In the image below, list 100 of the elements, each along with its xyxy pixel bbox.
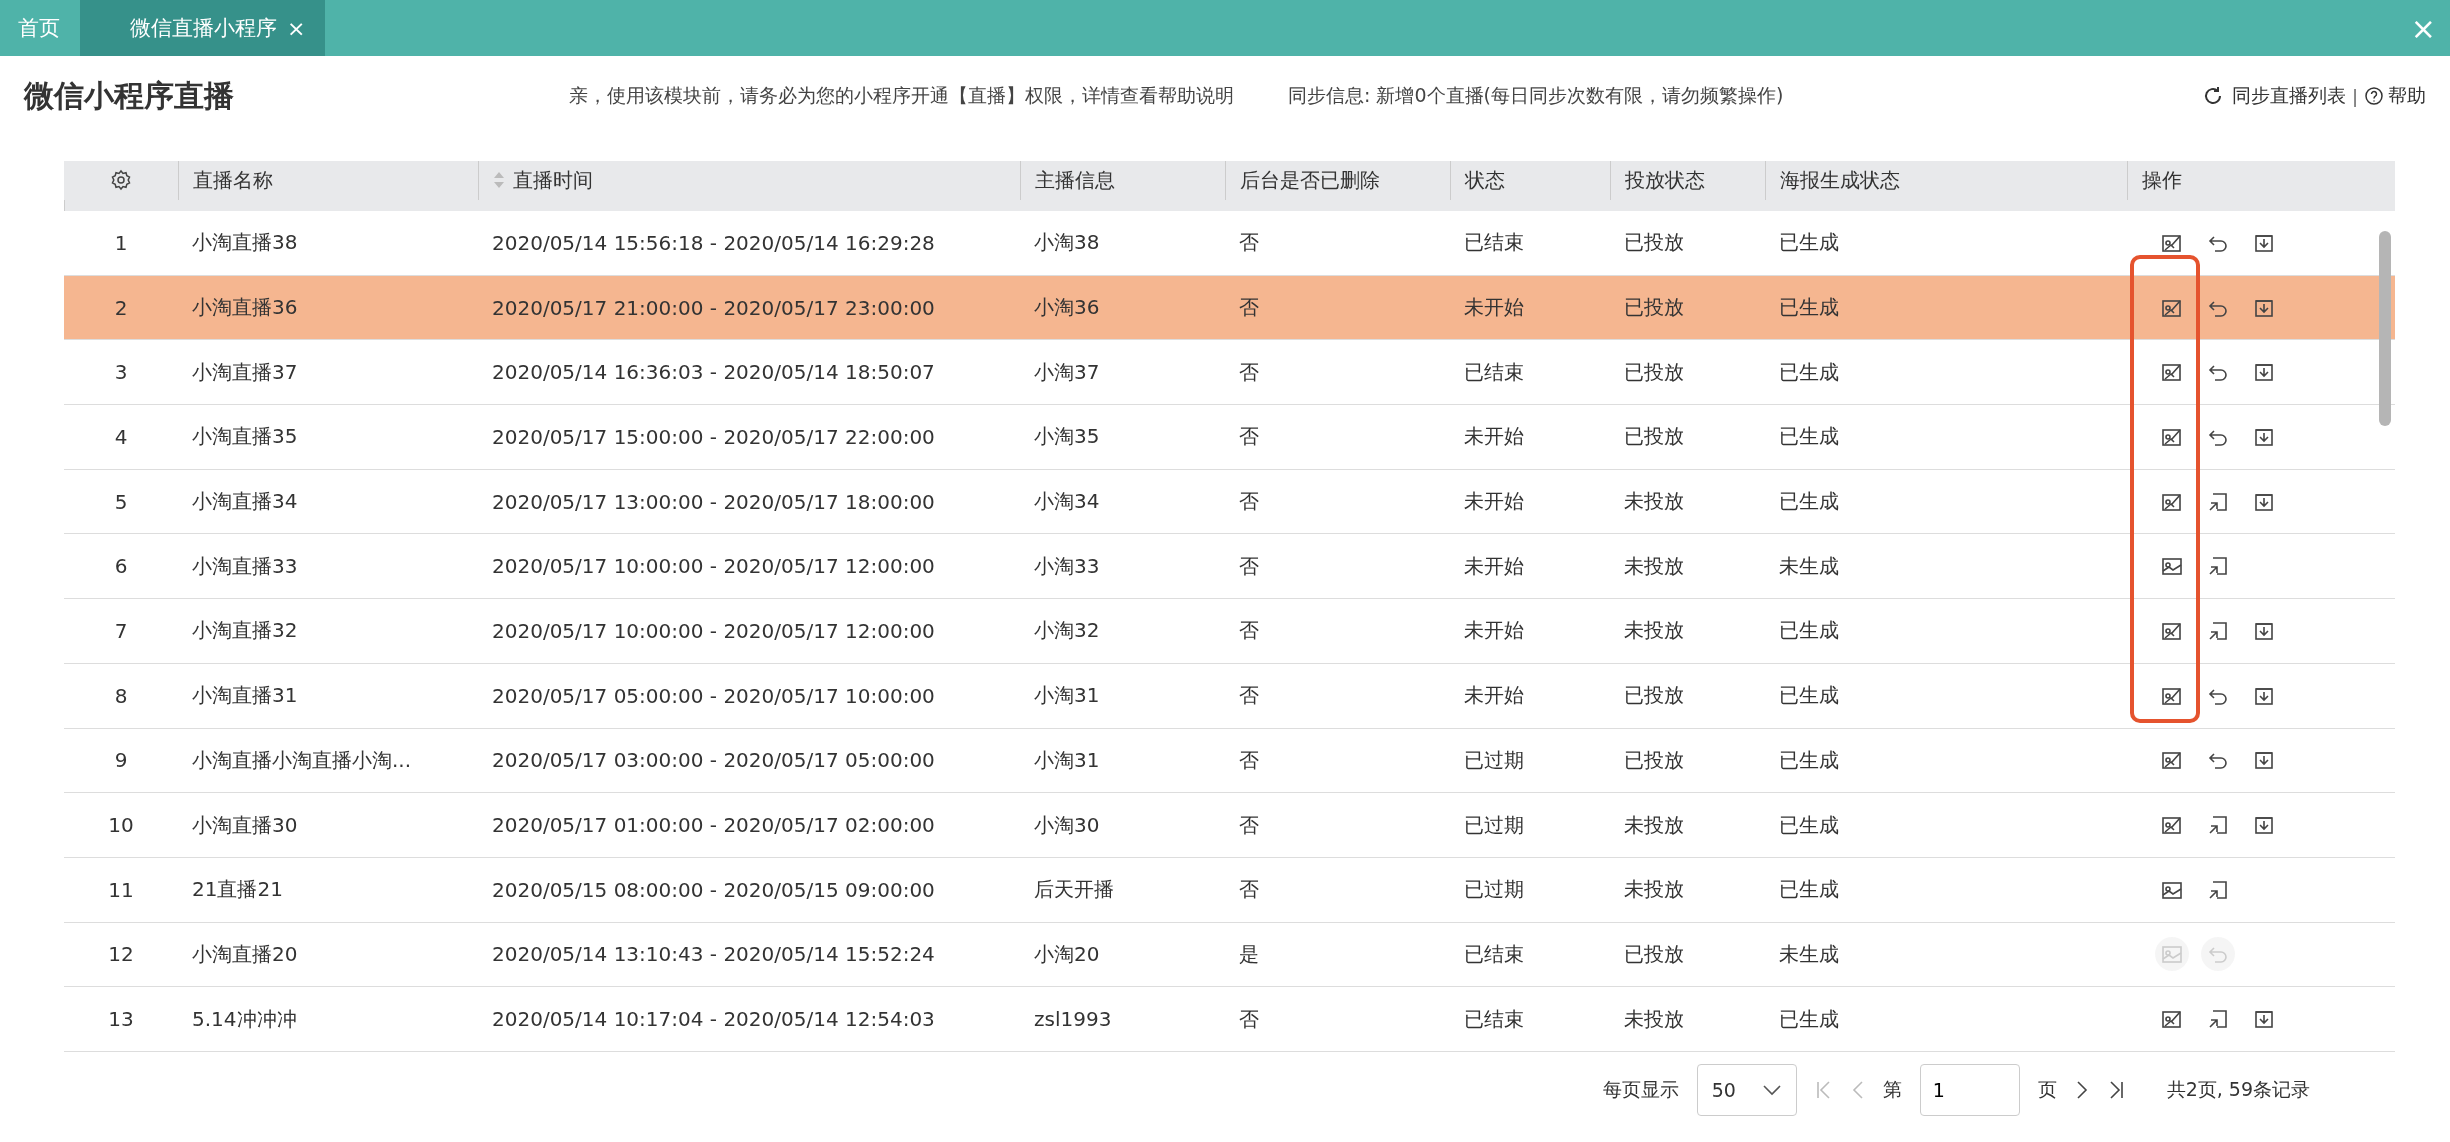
table-cell-text: 小淘直播36 xyxy=(191,294,299,322)
table-cell-text: 未投放 xyxy=(1623,552,1685,580)
table-cell-text: 已投放 xyxy=(1623,940,1685,968)
row-number: 10 xyxy=(107,812,135,840)
table-cell-text: 否 xyxy=(1238,488,1260,516)
table-cell-text: 小淘31 xyxy=(1033,746,1101,774)
table-cell-text: zsl1993 xyxy=(1033,1006,1113,1034)
table-cell-text: 已结束 xyxy=(1463,229,1525,257)
page-suffix-label: 页 xyxy=(2037,1076,2057,1102)
separator-text: | xyxy=(2351,85,2358,107)
row-number: 1 xyxy=(113,229,129,257)
table-cell-text: 否 xyxy=(1238,811,1260,839)
table-cell-text: 未投放 xyxy=(1623,876,1685,904)
table-cell-text: 已投放 xyxy=(1623,746,1685,774)
table-cell-text: 否 xyxy=(1238,746,1260,774)
next-page-button[interactable] xyxy=(2074,1078,2089,1101)
table-cell-text: 小淘直播小淘直播小淘... xyxy=(191,746,413,774)
help-button[interactable]: 帮助 xyxy=(2364,83,2426,109)
table-cell-text: 2020/05/17 13:00:00 - 2020/05/17 18:00:00 xyxy=(491,488,936,516)
column-header: 海报生成状态 xyxy=(1780,166,1900,194)
table-cell-text: 已生成 xyxy=(1778,617,1840,645)
table-cell-text: 2020/05/14 15:56:18 - 2020/05/14 16:29:28 xyxy=(491,229,936,257)
table-cell-text: 未开始 xyxy=(1463,682,1525,710)
row-number: 12 xyxy=(107,941,135,969)
table-cell-text: 已生成 xyxy=(1778,294,1840,322)
table-cell-text: 小淘直播32 xyxy=(191,617,299,645)
table-cell-text: 已过期 xyxy=(1463,746,1525,774)
column-header: 状态 xyxy=(1465,166,1505,194)
chevron-down-icon xyxy=(1761,1083,1782,1096)
table-cell-text: 否 xyxy=(1238,229,1260,257)
table-cell-text: 小淘直播31 xyxy=(191,682,299,710)
table-cell-text: 2020/05/17 21:00:00 - 2020/05/17 23:00:00 xyxy=(491,294,936,322)
table-cell-text: 未投放 xyxy=(1623,811,1685,839)
table-cell-text: 未生成 xyxy=(1778,552,1840,580)
table-cell-text: 后天开播 xyxy=(1033,876,1115,904)
table-cell-text: 5.14冲冲冲 xyxy=(191,1005,298,1033)
table-cell-text: 小淘直播37 xyxy=(191,358,299,386)
table-cell-text: 已生成 xyxy=(1778,682,1840,710)
table-cell-text: 2020/05/17 15:00:00 - 2020/05/17 22:00:00 xyxy=(491,423,936,451)
table-cell-text: 2020/05/17 10:00:00 - 2020/05/17 12:00:00 xyxy=(491,617,936,645)
table-cell-text: 小淘30 xyxy=(1033,811,1101,839)
table-cell-text: 否 xyxy=(1238,423,1260,451)
table-cell-text: 2020/05/17 05:00:00 - 2020/05/17 10:00:00 xyxy=(491,682,936,710)
row-number: 5 xyxy=(113,488,129,516)
table-cell-text: 已生成 xyxy=(1778,1005,1840,1033)
sync-info-text: 同步信息: 新增0个直播(每日同步次数有限，请勿频繁操作) xyxy=(1288,83,1784,108)
table-cell-text: 未开始 xyxy=(1463,488,1525,516)
page-prefix-label: 第 xyxy=(1882,1076,1902,1102)
table-cell-text: 小淘20 xyxy=(1033,940,1101,968)
page-size-label: 每页显示 xyxy=(1602,1076,1679,1102)
table-cell-text: 未开始 xyxy=(1463,294,1525,322)
row-number: 6 xyxy=(113,553,129,581)
table-cell-text: 已投放 xyxy=(1623,294,1685,322)
table-cell-text: 2020/05/14 10:17:04 - 2020/05/14 12:54:03 xyxy=(491,1006,936,1034)
tab-close-button[interactable]: × xyxy=(287,15,306,41)
column-header: 投放状态 xyxy=(1625,166,1705,194)
page-input[interactable]: 1 xyxy=(1919,1063,2020,1116)
table-cell-text: 已投放 xyxy=(1623,229,1685,257)
scrollbar[interactable] xyxy=(2379,231,2391,426)
table-cell-text: 已生成 xyxy=(1778,746,1840,774)
table-cell-text: 已过期 xyxy=(1463,811,1525,839)
table-cell-text: 否 xyxy=(1238,552,1260,580)
table-cell-text: 已生成 xyxy=(1778,423,1840,451)
column-header: 直播时间 xyxy=(513,166,593,194)
table-cell-text: 已生成 xyxy=(1778,229,1840,257)
row-number: 8 xyxy=(113,682,129,710)
table-cell-text: 未开始 xyxy=(1463,423,1525,451)
table-cell-text: 已投放 xyxy=(1623,423,1685,451)
record-summary: 共2页, 59条记录 xyxy=(2166,1076,2310,1102)
table-cell-text: 已投放 xyxy=(1623,682,1685,710)
help-icon xyxy=(2364,86,2384,106)
table-cell-text: 已结束 xyxy=(1463,358,1525,386)
row-number: 9 xyxy=(113,747,129,775)
page-size-select[interactable]: 50 xyxy=(1696,1063,1797,1116)
table-cell-text: 否 xyxy=(1238,617,1260,645)
table-row[interactable]: 2 小淘直播36 2020/05/17 21:00:00 - 2020/05/17 23:00:00 小淘36 否 未开始 已投放 已生成 xyxy=(64,275,2395,341)
settings-icon[interactable] xyxy=(110,169,132,192)
tab[interactable]: 微信直播小程序 × xyxy=(80,0,326,56)
table-cell-text: 21直播21 xyxy=(191,876,284,904)
table-cell-text: 否 xyxy=(1238,1005,1260,1033)
table-cell-text: 是 xyxy=(1238,940,1260,968)
table-cell-text: 未生成 xyxy=(1778,940,1840,968)
table-cell-text: 小淘31 xyxy=(1033,682,1101,710)
table-cell-text: 未开始 xyxy=(1463,617,1525,645)
table-cell-text: 已结束 xyxy=(1463,1005,1525,1033)
table-cell-text: 小淘直播33 xyxy=(191,552,299,580)
table-cell-text: 2020/05/17 03:00:00 - 2020/05/17 05:00:00 xyxy=(491,747,936,775)
sync-button[interactable]: 同步直播列表 xyxy=(2201,83,2346,109)
table-cell-text: 已生成 xyxy=(1778,876,1840,904)
table-cell-text: 小淘直播30 xyxy=(191,811,299,839)
table-cell-text: 已结束 xyxy=(1463,940,1525,968)
table-cell-text: 已投放 xyxy=(1623,358,1685,386)
table-cell-text: 小淘直播35 xyxy=(191,423,299,451)
table-cell-text: 小淘直播20 xyxy=(191,940,299,968)
table-cell-text: 2020/05/17 01:00:00 - 2020/05/17 02:00:00 xyxy=(491,812,936,840)
table-cell-text: 2020/05/17 10:00:00 - 2020/05/17 12:00:00 xyxy=(491,553,936,581)
table-cell-text: 小淘32 xyxy=(1033,617,1101,645)
table-cell-text: 否 xyxy=(1238,294,1260,322)
column-header: 直播名称 xyxy=(193,166,273,194)
table-cell-text: 小淘直播38 xyxy=(191,229,299,257)
